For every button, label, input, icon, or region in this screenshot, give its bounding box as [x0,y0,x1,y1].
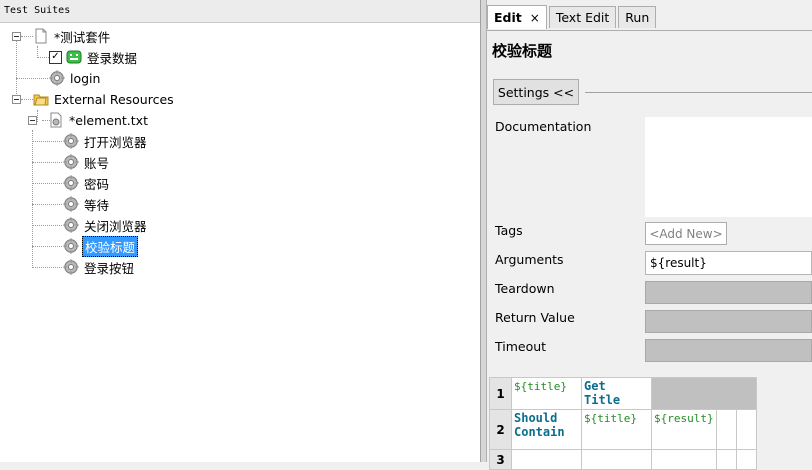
collapse-toggle-suite[interactable] [12,32,21,41]
tree-item-keyword[interactable]: 关闭浏览器 [63,215,149,235]
grid-cell[interactable] [735,449,757,470]
arguments-label: Arguments [495,252,564,267]
grid-cell[interactable] [715,449,737,470]
teardown-label: Teardown [495,281,555,296]
grid-cell[interactable] [735,409,757,450]
grid-cell[interactable] [715,409,737,450]
keyword-steps-grid: 1 ${title} Get Title 2 Should Contain ${… [489,377,757,470]
row-number[interactable]: 1 [489,377,512,410]
tree-item-external-resources[interactable]: External Resources [33,89,176,109]
teardown-field[interactable] [645,281,812,304]
gear-icon [63,259,79,275]
table-row: 2 Should Contain ${title} ${result} [489,409,757,450]
tree-item-keyword[interactable]: 账号 [63,152,111,172]
editor-tabs: Edit × Text Edit Run [487,5,658,30]
edit-content: 校验标题 Settings << Documentation Tags <Add… [487,30,812,470]
tree-item-keyword-selected[interactable]: 校验标题 [63,235,139,257]
close-icon[interactable]: × [530,11,540,25]
collapse-toggle-external[interactable] [12,95,21,104]
gear-icon [63,133,79,149]
tree-item-keyword[interactable]: 等待 [63,194,111,214]
file-icon [35,28,47,44]
keyword-title: 校验标题 [492,42,553,60]
test-suites-panel: Test Suites *测试套件 ✓ 登录数据 login External … [0,0,481,462]
panel-title: Test Suites [0,0,480,23]
grid-cell[interactable] [581,449,652,470]
arguments-field[interactable]: ${result} [645,251,812,275]
row-number[interactable]: 3 [489,449,512,470]
settings-divider [585,92,812,93]
gear-icon [63,154,79,170]
editor-panel: Edit × Text Edit Run 校验标题 Settings << Do… [487,0,812,470]
tree-item-login[interactable]: login [49,68,102,88]
grid-cell[interactable] [651,449,717,470]
grid-cell[interactable]: Should Contain [511,409,582,450]
tab-text-edit[interactable]: Text Edit [548,6,617,28]
gear-icon [63,196,79,212]
robot-icon [66,50,82,64]
resource-file-icon [50,112,62,128]
table-row: 1 ${title} Get Title [489,377,757,410]
grid-cell[interactable]: ${title} [581,409,652,450]
tree-item-keyword[interactable]: 打开浏览器 [63,131,149,151]
timeout-label: Timeout [495,339,547,354]
tree-item-keyword[interactable]: 密码 [63,173,111,193]
grid-cell[interactable]: ${result} [651,409,717,450]
folder-icon [33,94,49,106]
settings-toggle-button[interactable]: Settings << [493,79,579,105]
gear-icon [63,175,79,191]
tree-item-resource-file[interactable]: *element.txt [48,110,150,130]
suite-tree: *测试套件 ✓ 登录数据 login External Resources *e… [0,24,480,462]
gear-icon [63,217,79,233]
tree-item-test-case[interactable]: ✓ 登录数据 [49,47,139,67]
documentation-field[interactable] [645,117,812,217]
grid-cell[interactable] [511,449,582,470]
timeout-field[interactable] [645,339,812,362]
documentation-label: Documentation [495,119,592,134]
grid-cell[interactable]: ${title} [511,377,582,410]
table-row: 3 [489,449,757,470]
gear-icon [63,238,79,254]
grid-cell-empty[interactable] [651,377,757,410]
tree-item-keyword[interactable]: 登录按钮 [63,257,136,277]
tab-run[interactable]: Run [618,6,657,28]
tab-edit[interactable]: Edit × [487,5,547,29]
return-value-label: Return Value [495,310,575,325]
checkbox-icon[interactable]: ✓ [49,50,62,64]
tags-label: Tags [495,223,523,238]
row-number[interactable]: 2 [489,409,512,450]
gear-icon [49,70,65,86]
return-value-field[interactable] [645,310,812,333]
add-new-tag-button[interactable]: <Add New> [645,222,727,245]
tree-item-suite[interactable]: *测试套件 [33,26,112,46]
grid-cell[interactable]: Get Title [581,377,652,410]
collapse-toggle-resource[interactable] [28,116,37,125]
